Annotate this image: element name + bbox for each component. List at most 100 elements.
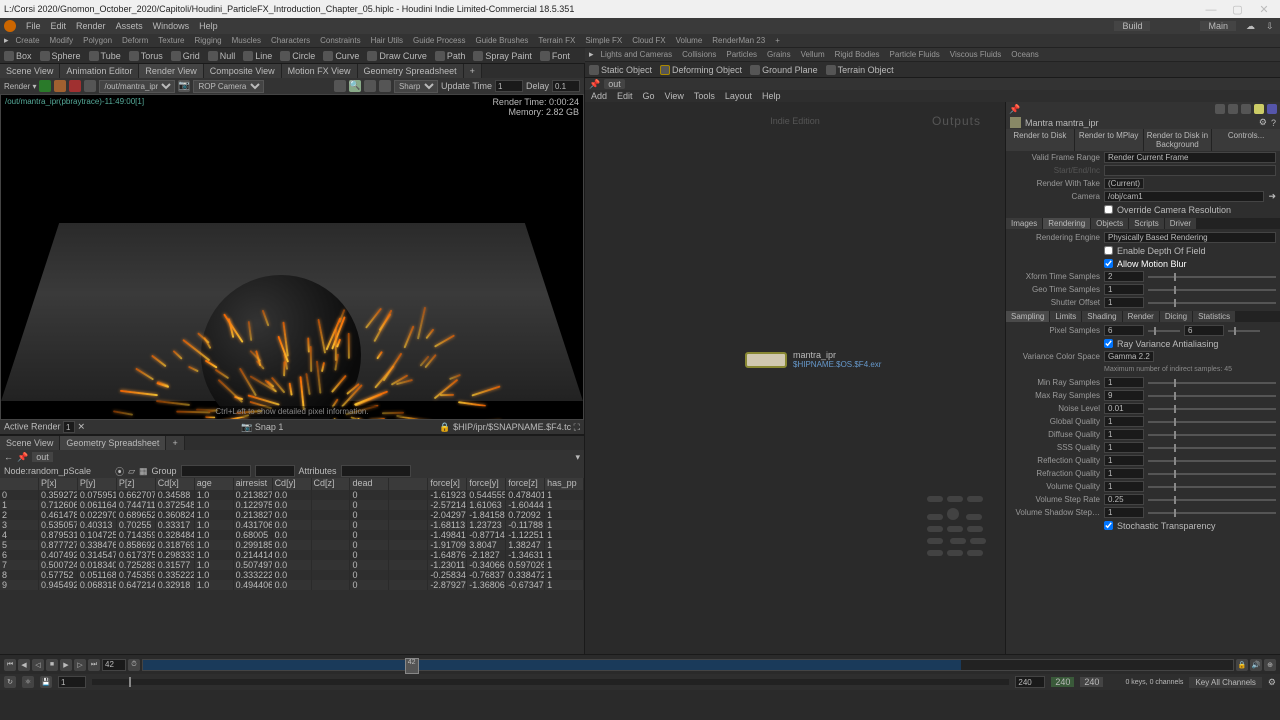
- ss-expand-icon[interactable]: ▾: [575, 452, 580, 463]
- net-path-crumb[interactable]: out: [604, 79, 625, 89]
- tool-static[interactable]: Static Object: [585, 62, 656, 77]
- ss-tab-plus[interactable]: +: [166, 436, 184, 450]
- ps2-input[interactable]: 6: [1184, 325, 1224, 336]
- update-time-input[interactable]: [495, 80, 523, 92]
- table-row[interactable]: 20.4614780.02297010.6896520.3608241.00.2…: [0, 510, 584, 520]
- shelf-tab-deform[interactable]: Deform: [119, 36, 151, 45]
- help-icon[interactable]: ?: [1271, 118, 1276, 128]
- zoom-reset-icon[interactable]: [334, 80, 346, 92]
- samp-render[interactable]: Render: [1123, 311, 1159, 322]
- tool-curve[interactable]: Curve: [319, 48, 363, 63]
- dof-check[interactable]: [1104, 246, 1113, 255]
- help-icon[interactable]: [1267, 104, 1277, 114]
- minray-slider[interactable]: [1148, 382, 1276, 384]
- table-row[interactable]: 30.5350570.403130.702550.333171.00.43170…: [0, 520, 584, 530]
- engine-menu[interactable]: Physically Based Rendering: [1104, 232, 1276, 243]
- ss-tab-scene[interactable]: Scene View: [0, 436, 60, 450]
- desktop-build[interactable]: Build: [1114, 21, 1150, 31]
- ps2-slider[interactable]: [1228, 330, 1260, 332]
- maxray-input[interactable]: 9: [1104, 390, 1144, 401]
- tool-spray[interactable]: Spray Paint: [469, 48, 536, 63]
- cloud-up-icon[interactable]: ☁: [1246, 21, 1256, 32]
- tool-terrain[interactable]: Terrain Object: [822, 62, 898, 77]
- controls-button[interactable]: Controls...: [1212, 129, 1280, 151]
- shelf-tab-polygon[interactable]: Polygon: [80, 36, 115, 45]
- tool-circle[interactable]: Circle: [276, 48, 319, 63]
- shelf-tab-cloudfx[interactable]: Cloud FX: [629, 36, 668, 45]
- menu-help[interactable]: Help: [199, 21, 218, 31]
- net-menu-help[interactable]: Help: [762, 91, 781, 101]
- view-filter-input[interactable]: [255, 465, 295, 477]
- geo-slider[interactable]: [1148, 289, 1276, 291]
- noise-input[interactable]: 0.01: [1104, 403, 1144, 414]
- refrq-input[interactable]: 1: [1104, 468, 1144, 479]
- table-row[interactable]: 90.9454920.06831830.6472140.329181.00.49…: [0, 580, 584, 590]
- grid-icon[interactable]: [1241, 104, 1251, 114]
- stoch-check[interactable]: [1104, 521, 1113, 530]
- first-frame-button[interactable]: ⏮: [4, 659, 16, 671]
- current-frame-input[interactable]: [102, 659, 126, 671]
- shading-select[interactable]: Sharp: [394, 80, 438, 93]
- shelf-tab-volume[interactable]: Volume: [673, 36, 706, 45]
- rayvar-check[interactable]: [1104, 339, 1113, 348]
- group-filter-input[interactable]: [181, 465, 251, 477]
- realtime-icon[interactable]: ⏱: [128, 659, 140, 671]
- tab-composite[interactable]: Composite View: [204, 64, 282, 78]
- net-menu-view[interactable]: View: [665, 91, 684, 101]
- next-key-button[interactable]: ▷: [74, 659, 86, 671]
- volstep-input[interactable]: 0.25: [1104, 494, 1144, 505]
- diffuseq-slider[interactable]: [1148, 434, 1276, 436]
- ss-tab-geo[interactable]: Geometry Spreadsheet: [60, 436, 166, 450]
- global-time-icon[interactable]: ⊕: [1264, 659, 1276, 671]
- ps-slider[interactable]: [1148, 330, 1180, 332]
- xform-input[interactable]: 2: [1104, 271, 1144, 282]
- menu-windows[interactable]: Windows: [153, 21, 190, 31]
- maxray-slider[interactable]: [1148, 395, 1276, 397]
- shelf-tab-muscles[interactable]: Muscles: [229, 36, 264, 45]
- tool-tube[interactable]: Tube: [85, 48, 125, 63]
- play-fwd-button[interactable]: ▶: [60, 659, 72, 671]
- auto-update-icon[interactable]: ↻: [4, 676, 16, 688]
- take-menu[interactable]: (Current): [1104, 178, 1144, 189]
- shelf-tab-terrain[interactable]: Terrain FX: [535, 36, 578, 45]
- tool-box[interactable]: Box: [0, 48, 36, 63]
- menu-file[interactable]: File: [26, 21, 41, 31]
- volstep-slider[interactable]: [1148, 499, 1276, 501]
- close-icon[interactable]: ✕: [1252, 3, 1276, 16]
- shutter-slider[interactable]: [1148, 302, 1276, 304]
- network-view[interactable]: Outputs Indie Edition mantra_ipr $HIPNAM…: [585, 102, 1005, 654]
- tab-scene-view[interactable]: Scene View: [0, 64, 60, 78]
- shelf2-pfluids[interactable]: Particle Fluids: [887, 50, 943, 59]
- refrq-slider[interactable]: [1148, 473, 1276, 475]
- pin-icon[interactable]: 📌: [17, 452, 28, 463]
- cache-icon[interactable]: 💾: [40, 676, 52, 688]
- mb-check[interactable]: [1104, 259, 1113, 268]
- back-icon[interactable]: ←: [4, 452, 13, 462]
- prev-key-button[interactable]: ◀: [18, 659, 30, 671]
- tool-drawcurve[interactable]: Draw Curve: [363, 48, 431, 63]
- samp-sampling[interactable]: Sampling: [1006, 311, 1049, 322]
- shelf-tab-hair[interactable]: Hair Utils: [368, 36, 406, 45]
- varcolor-menu[interactable]: Gamma 2.2: [1104, 351, 1154, 362]
- geo-input[interactable]: 1: [1104, 284, 1144, 295]
- attr-filter-input[interactable]: [341, 465, 411, 477]
- tool-path[interactable]: Path: [431, 48, 470, 63]
- save-render-button[interactable]: [84, 80, 96, 92]
- table-row[interactable]: 80.577520.0511680.7453590.3352221.00.333…: [0, 570, 584, 580]
- volq-slider[interactable]: [1148, 486, 1276, 488]
- shelf-arrow-icon[interactable]: ▸: [589, 49, 594, 60]
- pin-icon[interactable]: 📌: [589, 79, 600, 90]
- shelf2-vfluids[interactable]: Viscous Fluids: [947, 50, 1004, 59]
- samp-dicing[interactable]: Dicing: [1160, 311, 1192, 322]
- net-menu-layout[interactable]: Layout: [725, 91, 752, 101]
- menu-edit[interactable]: Edit: [51, 21, 67, 31]
- shelf2-rigid[interactable]: Rigid Bodies: [832, 50, 883, 59]
- ss-body[interactable]: 00.3592720.07595140.6627070.345881.00.21…: [0, 490, 584, 654]
- tool-ground[interactable]: Ground Plane: [746, 62, 822, 77]
- bottom-gear-icon[interactable]: ⚙: [1268, 677, 1276, 688]
- search-icon[interactable]: [1254, 104, 1264, 114]
- subtab-rendering[interactable]: Rendering: [1043, 218, 1090, 229]
- tab-plus[interactable]: +: [464, 64, 482, 78]
- samp-limits[interactable]: Limits: [1050, 311, 1081, 322]
- ss-path-crumb[interactable]: out: [32, 452, 53, 462]
